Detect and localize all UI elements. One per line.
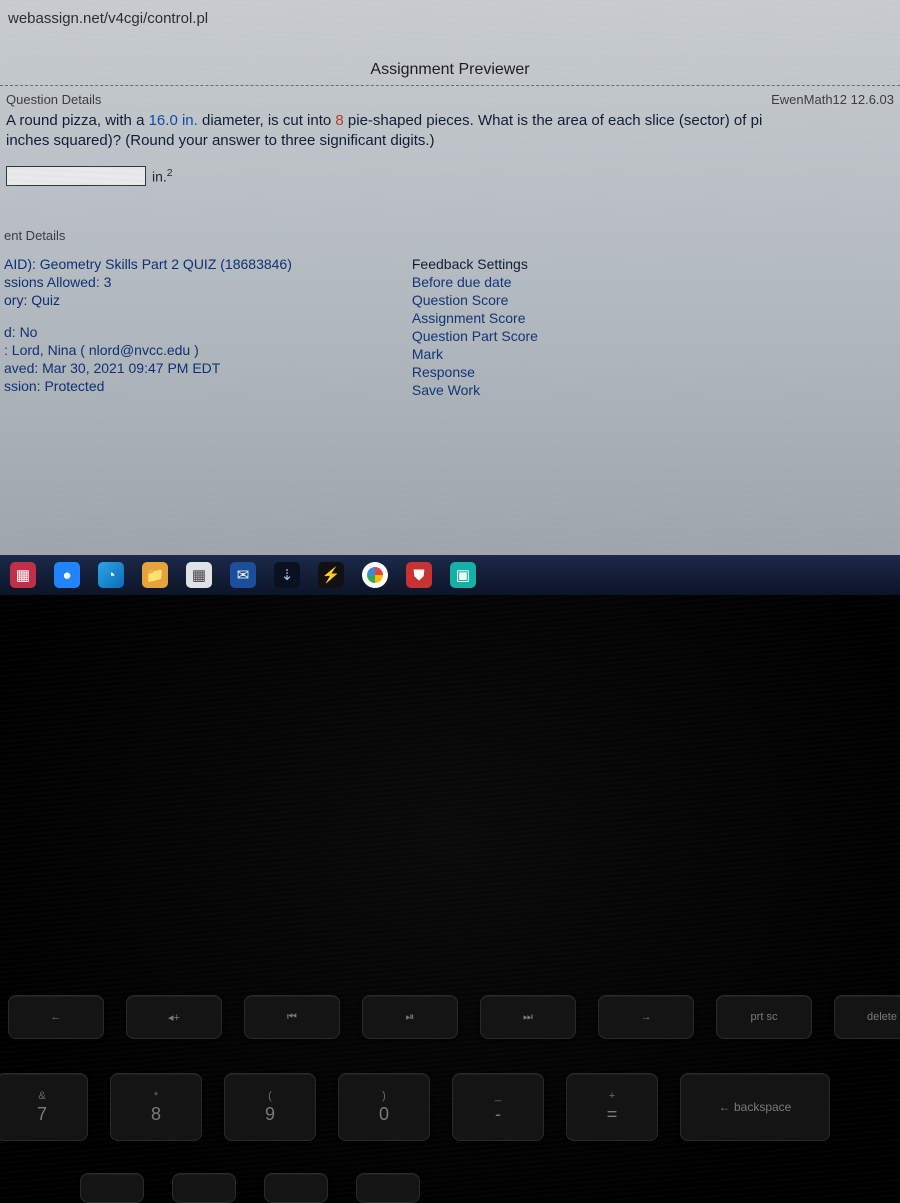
question-text: A round pizza, with a 16.0 in. diameter,… [0,109,900,160]
url-text: webassign.net/v4cgi/control.pl [0,0,900,55]
taskbar-icon[interactable]: ◔ [98,562,124,588]
key-partial [264,1173,328,1203]
taskbar-icon[interactable] [362,562,388,588]
key-8: *8 [110,1073,202,1141]
taskbar-icon[interactable]: ● [54,562,80,588]
assignment-details-header: ent Details [0,226,900,249]
taskbar: ▦ ● ◔ 📁 ▦ ✉ ⇣ ⚡ ⛊ ▣ [0,555,900,595]
key-fn: → [598,995,694,1039]
key-0: )0 [338,1073,430,1141]
key-fn: ⏮ [244,995,340,1039]
key-equals: += [566,1073,658,1141]
question-details-label: Question Details [6,92,101,107]
key-fn: ⏭ [480,995,576,1039]
key-backspace: ← backspace [680,1073,830,1141]
key-fn: ⏯ [362,995,458,1039]
unit-label: in.2 [152,167,173,185]
answer-input[interactable] [6,166,146,186]
taskbar-icon[interactable]: ⛊ [406,562,432,588]
key-fn: ← [8,995,104,1039]
taskbar-icon[interactable]: ▣ [450,562,476,588]
taskbar-icon[interactable]: ▦ [186,562,212,588]
key-9: (9 [224,1073,316,1141]
taskbar-icon[interactable]: ⇣ [274,562,300,588]
key-minus: _- [452,1073,544,1141]
key-partial [80,1173,144,1203]
taskbar-icon[interactable]: 📁 [142,562,168,588]
assignment-details-left: AID): Geometry Skills Part 2 QUIZ (18683… [4,255,292,399]
key-partial [356,1173,420,1203]
page-title: Assignment Previewer [0,55,900,86]
key-partial [172,1173,236,1203]
key-fn: prt sc [716,995,812,1039]
taskbar-icon[interactable]: ▦ [10,562,36,588]
key-fn: ◂+ [126,995,222,1039]
taskbar-icon[interactable]: ⚡ [318,562,344,588]
taskbar-icon[interactable]: ✉ [230,562,256,588]
physical-keyboard: ← ◂+ ⏮ ⏯ ⏭ → prt sc delete &7 *8 (9 )0 _… [0,595,900,1200]
key-7: &7 [0,1073,88,1141]
key-fn: delete [834,995,900,1039]
feedback-settings: Feedback Settings Before due date Questi… [412,255,538,399]
question-source-ref: EwenMath12 12.6.03 [771,92,894,107]
